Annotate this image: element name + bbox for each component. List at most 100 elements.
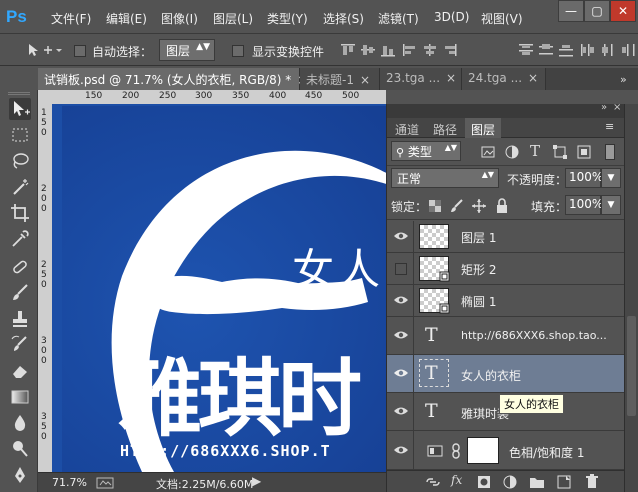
eye-icon[interactable] xyxy=(393,230,409,242)
tab-paths[interactable]: 路径 xyxy=(427,118,463,138)
status-info-icon[interactable] xyxy=(96,477,114,489)
tab-23-tga[interactable]: 23.tga ... × xyxy=(380,68,462,90)
distribute-vcenter-icon[interactable] xyxy=(538,43,554,57)
lasso-tool-icon[interactable] xyxy=(9,150,31,172)
align-hcenter-icon[interactable] xyxy=(422,43,438,57)
move-tool-icon[interactable] xyxy=(9,98,31,120)
menu-file[interactable]: 文件(F) xyxy=(51,10,91,27)
layer-style-fx-icon[interactable]: fx xyxy=(451,473,462,487)
panel-header-strip[interactable]: » × xyxy=(387,102,625,118)
lock-position-icon[interactable] xyxy=(471,198,487,214)
collapse-panel-icon[interactable]: » xyxy=(601,102,607,113)
layer-name[interactable]: 椭圆 1 xyxy=(461,293,496,310)
new-group-folder-icon[interactable] xyxy=(529,475,545,489)
blur-tool-icon[interactable] xyxy=(9,412,31,434)
distribute-top-icon[interactable] xyxy=(518,43,534,57)
eraser-tool-icon[interactable] xyxy=(9,360,31,382)
menu-image[interactable]: 图像(I) xyxy=(161,10,198,27)
marquee-tool-icon[interactable] xyxy=(9,124,31,146)
layer-row[interactable]: T http://686XXX6.shop.tao... xyxy=(387,317,625,355)
visibility-off-box[interactable] xyxy=(395,263,407,275)
clone-stamp-tool-icon[interactable] xyxy=(9,308,31,330)
close-icon[interactable]: × xyxy=(528,71,538,85)
filter-shape-icon[interactable] xyxy=(553,145,567,159)
menu-filter[interactable]: 滤镜(T) xyxy=(378,10,419,27)
blend-mode-dropdown[interactable]: 正常 ▲▼ xyxy=(391,168,499,188)
move-tool-preset-icon[interactable] xyxy=(26,42,62,58)
more-tabs-icon[interactable]: » xyxy=(620,73,627,86)
eye-icon[interactable] xyxy=(393,294,409,306)
healing-brush-tool-icon[interactable] xyxy=(9,256,31,278)
menu-view[interactable]: 视图(V) xyxy=(481,10,523,27)
eye-icon[interactable] xyxy=(393,367,409,379)
layer-row[interactable]: 色相/饱和度 1 xyxy=(387,431,625,470)
filter-adjustment-icon[interactable] xyxy=(505,145,519,159)
status-menu-icon[interactable]: ▶ xyxy=(252,474,261,488)
distribute-hcenter-icon[interactable] xyxy=(600,43,616,57)
eyedropper-tool-icon[interactable] xyxy=(9,228,31,250)
toolbox-grip[interactable] xyxy=(8,92,30,95)
distribute-bottom-icon[interactable] xyxy=(558,43,574,57)
minimize-button[interactable]: — xyxy=(558,0,584,22)
gradient-tool-icon[interactable] xyxy=(9,386,31,408)
menu-type[interactable]: 类型(Y) xyxy=(267,10,308,27)
layer-row[interactable]: 矩形 2 xyxy=(387,253,625,285)
align-bottom-icon[interactable] xyxy=(380,43,396,57)
fill-dropdown-button[interactable]: ▼ xyxy=(601,195,621,215)
tab-channels[interactable]: 通道 xyxy=(389,118,425,138)
opacity-input[interactable]: 100% xyxy=(565,168,603,188)
zoom-level[interactable]: 71.7% xyxy=(52,476,87,489)
opacity-dropdown-button[interactable]: ▼ xyxy=(601,168,621,188)
align-left-icon[interactable] xyxy=(402,43,418,57)
dodge-tool-icon[interactable] xyxy=(9,438,31,460)
layer-row-selected[interactable]: T 女人的衣柜 xyxy=(387,355,625,393)
layer-mask-thumbnail[interactable] xyxy=(467,437,499,464)
layer-name[interactable]: 女人的衣柜 xyxy=(461,367,521,384)
close-icon[interactable]: × xyxy=(446,71,456,85)
show-transform-checkbox[interactable] xyxy=(232,45,244,57)
panel-menu-icon[interactable]: ≡ xyxy=(605,120,614,133)
auto-select-checkbox[interactable] xyxy=(74,45,86,57)
layer-row[interactable]: 椭圆 1 xyxy=(387,285,625,317)
layer-name[interactable]: http://686XXX6.shop.tao... xyxy=(461,329,607,342)
tab-untitled[interactable]: 未标题-1 × xyxy=(300,68,380,90)
crop-tool-icon[interactable] xyxy=(9,202,31,224)
menu-3d[interactable]: 3D(D) xyxy=(434,10,469,24)
new-layer-icon[interactable] xyxy=(557,475,571,489)
align-right-icon[interactable] xyxy=(442,43,458,57)
align-top-icon[interactable] xyxy=(340,43,356,57)
lock-image-pixels-icon[interactable] xyxy=(449,198,465,214)
add-mask-icon[interactable] xyxy=(477,475,491,489)
eye-icon[interactable] xyxy=(393,444,409,456)
filter-smart-object-icon[interactable] xyxy=(577,145,591,159)
lock-all-icon[interactable] xyxy=(495,198,509,214)
document-canvas[interactable]: 女人 雅琪时 HTTP://686XXX6.SHOP.T xyxy=(52,104,386,472)
filter-toggle-switch[interactable] xyxy=(605,144,615,160)
eye-icon[interactable] xyxy=(393,405,409,417)
close-icon[interactable]: × xyxy=(360,73,370,87)
trash-delete-icon[interactable] xyxy=(585,474,599,490)
close-button[interactable]: ✕ xyxy=(610,0,636,22)
lock-transparent-pixels-icon[interactable] xyxy=(429,200,441,212)
layer-name[interactable]: 矩形 2 xyxy=(461,261,496,278)
distribute-right-icon[interactable] xyxy=(620,43,636,57)
filter-pixel-icon[interactable] xyxy=(481,145,495,159)
chain-link-icon[interactable] xyxy=(451,443,461,459)
artboard[interactable]: 女人 雅琪时 HTTP://686XXX6.SHOP.T xyxy=(62,106,386,472)
tab-active-document[interactable]: 试销板.psd @ 71.7% (女人的衣柜, RGB/8) *× xyxy=(38,68,307,90)
menu-layer[interactable]: 图层(L) xyxy=(213,10,253,27)
pen-tool-icon[interactable] xyxy=(9,464,31,486)
layer-name[interactable]: 色相/饱和度 1 xyxy=(509,444,585,461)
magic-wand-tool-icon[interactable] xyxy=(9,176,31,198)
layer-thumbnail[interactable] xyxy=(419,224,449,249)
align-vcenter-icon[interactable] xyxy=(360,43,376,57)
menu-edit[interactable]: 编辑(E) xyxy=(106,10,147,27)
fill-input[interactable]: 100% xyxy=(565,195,603,215)
link-layers-icon[interactable] xyxy=(425,476,441,488)
filter-type-icon[interactable]: T xyxy=(530,142,540,160)
menu-select[interactable]: 选择(S) xyxy=(323,10,364,27)
brush-tool-icon[interactable] xyxy=(9,282,31,304)
ruler-vertical[interactable]: 1 5 0 2 0 0 2 5 0 3 0 0 3 5 0 xyxy=(38,104,52,472)
restore-button[interactable]: ▢ xyxy=(584,0,610,22)
tab-layers[interactable]: 图层 xyxy=(465,118,502,138)
